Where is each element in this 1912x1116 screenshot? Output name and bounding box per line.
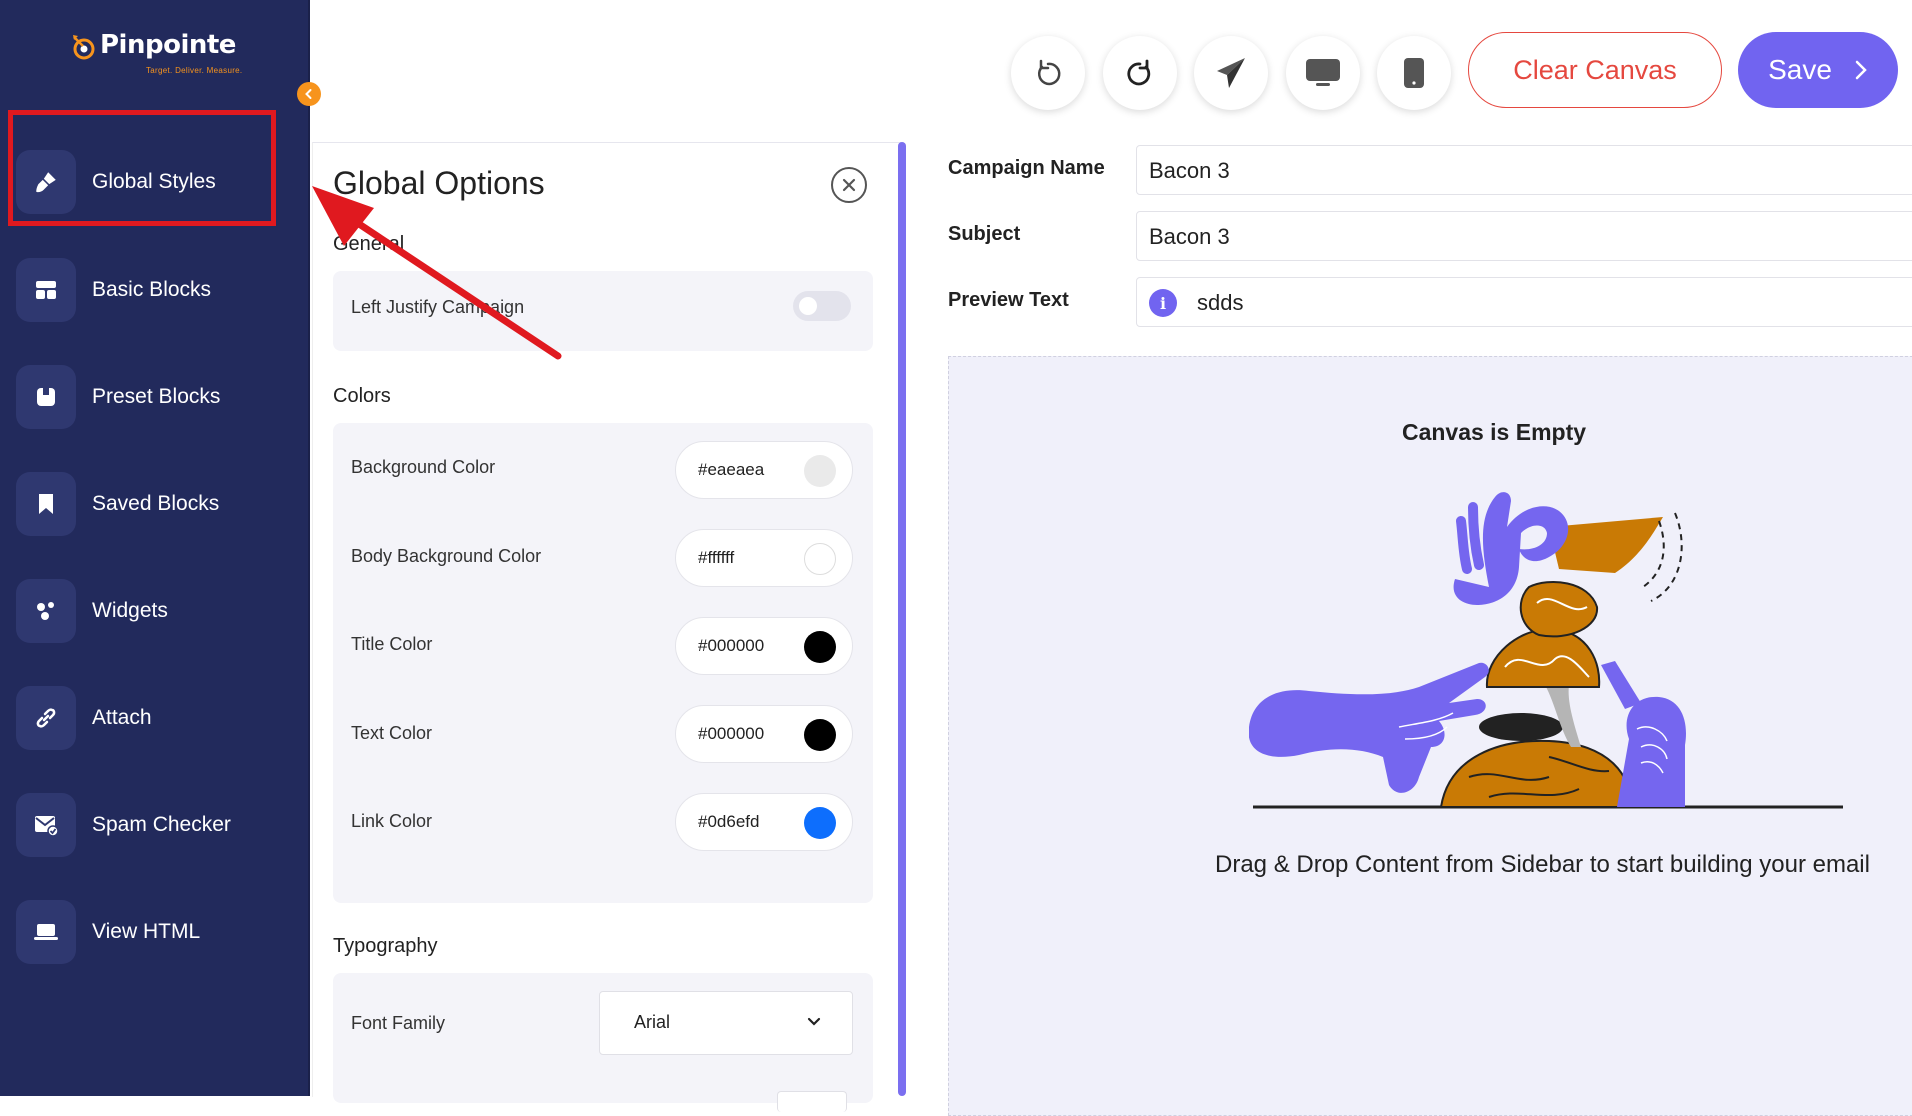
link-color-picker[interactable]: #0d6efd [675, 793, 853, 851]
color-swatch [804, 719, 836, 751]
bookmark-icon [16, 472, 76, 536]
link-icon [16, 686, 76, 750]
subject-field[interactable]: Bacon 3 [1136, 211, 1912, 261]
color-swatch [804, 631, 836, 663]
widgets-icon [16, 579, 76, 643]
body-background-color-picker[interactable]: #ffffff [675, 529, 853, 587]
laptop-icon [16, 900, 76, 964]
email-canvas-dropzone[interactable]: Canvas is Empty Drag & Drop Content from… [948, 356, 1912, 1116]
sidebar-item-label: Basic Blocks [92, 278, 212, 301]
preview-text-label: Preview Text [948, 289, 1069, 311]
close-icon [842, 178, 856, 192]
sidebar-item-saved-blocks[interactable]: Saved Blocks [16, 472, 296, 536]
undo-button[interactable] [1011, 36, 1085, 110]
save-label: Save [1768, 54, 1832, 85]
canvas-empty-hint: Drag & Drop Content from Sidebar to star… [1215, 851, 1870, 878]
panel-scrollbar[interactable] [898, 142, 906, 1096]
color-swatch [804, 807, 836, 839]
background-color-label: Background Color [351, 457, 496, 477]
desktop-preview-button[interactable] [1286, 36, 1360, 110]
close-panel-button[interactable] [831, 167, 867, 203]
font-family-select[interactable]: Arial [599, 991, 853, 1055]
redo-icon [1127, 59, 1151, 86]
font-family-label: Font Family [351, 1013, 446, 1033]
logo: Pinpointe Target. Deliver. Measure. [72, 30, 242, 75]
typography-card: Font Family Arial [333, 973, 873, 1103]
sidebar-item-preset-blocks[interactable]: Preset Blocks [16, 365, 296, 429]
sidebar-item-view-html[interactable]: View HTML [16, 900, 296, 964]
logo-text: Pinpointe [100, 30, 236, 60]
chevron-down-icon [807, 1017, 821, 1026]
text-color-label: Text Color [351, 723, 433, 743]
subject-label: Subject [948, 223, 1021, 245]
campaign-name-field[interactable]: Bacon 3 [1136, 145, 1912, 195]
color-swatch [804, 455, 836, 487]
clear-canvas-button[interactable]: Clear Canvas [1468, 32, 1722, 108]
colors-section-label: Colors [333, 385, 391, 407]
color-hex-value: #000000 [698, 724, 765, 743]
next-field-partial[interactable] [777, 1091, 847, 1112]
mobile-icon [1404, 58, 1424, 88]
chevron-left-icon [305, 89, 312, 99]
field-value: Bacon 3 [1149, 224, 1230, 249]
left-justify-toggle[interactable] [793, 291, 851, 321]
preview-text-field[interactable]: i sdds [1136, 277, 1912, 327]
color-hex-value: #ffffff [698, 548, 735, 567]
sidebar-item-label: Widgets [92, 599, 168, 622]
target-logo-icon [72, 34, 98, 60]
mail-check-icon [16, 793, 76, 857]
field-value: sdds [1197, 290, 1244, 315]
title-color-picker[interactable]: #000000 [675, 617, 853, 675]
empty-canvas-illustration [1249, 492, 1843, 809]
color-hex-value: #0d6efd [698, 812, 760, 831]
send-test-button[interactable] [1194, 36, 1268, 110]
campaign-name-label: Campaign Name [948, 157, 1105, 179]
sidebar-item-spam-checker[interactable]: Spam Checker [16, 793, 296, 857]
select-value: Arial [634, 1012, 671, 1032]
sidebar-item-basic-blocks[interactable]: Basic Blocks [16, 258, 296, 322]
panel-title: Global Options [333, 165, 545, 201]
redo-button[interactable] [1103, 36, 1177, 110]
desktop-icon [1306, 59, 1340, 86]
general-card: Left Justify Campaign [333, 271, 873, 351]
sidebar-item-label: Spam Checker [92, 813, 231, 836]
info-icon: i [1149, 289, 1177, 317]
text-color-picker[interactable]: #000000 [675, 705, 853, 763]
mobile-preview-button[interactable] [1377, 36, 1451, 110]
color-swatch [804, 543, 836, 575]
sidebar-item-label: Saved Blocks [92, 492, 220, 515]
preset-block-icon [16, 365, 76, 429]
left-justify-label: Left Justify Campaign [351, 297, 525, 317]
sidebar-item-label: Attach [92, 706, 152, 729]
link-color-label: Link Color [351, 811, 433, 831]
chevron-right-icon [1855, 60, 1867, 80]
body-background-color-label: Body Background Color [351, 546, 542, 566]
field-value: Bacon 3 [1149, 158, 1230, 183]
typography-section-label: Typography [333, 935, 438, 957]
canvas-empty-title: Canvas is Empty [1401, 419, 1587, 445]
sidebar-item-widgets[interactable]: Widgets [16, 579, 296, 643]
logo-tagline: Target. Deliver. Measure. [146, 66, 243, 75]
annotation-highlight-box [8, 110, 276, 226]
toggle-knob [799, 297, 817, 315]
grid-blocks-icon [16, 258, 76, 322]
sidebar-item-attach[interactable]: Attach [16, 686, 296, 750]
global-options-panel: Global Options General Left Justify Camp… [312, 142, 901, 1112]
title-color-label: Title Color [351, 634, 433, 654]
save-button[interactable]: Save [1738, 32, 1898, 108]
colors-card: Background Color #eaeaea Body Background… [333, 423, 873, 903]
color-hex-value: #000000 [698, 636, 765, 655]
send-icon [1217, 58, 1245, 88]
background-color-picker[interactable]: #eaeaea [675, 441, 853, 499]
general-section-label: General [333, 233, 405, 255]
undo-icon [1037, 59, 1061, 86]
sidebar-item-label: View HTML [92, 920, 201, 943]
sidebar-item-label: Preset Blocks [92, 385, 221, 408]
sidebar-collapse-button[interactable] [297, 82, 321, 106]
color-hex-value: #eaeaea [698, 460, 765, 479]
